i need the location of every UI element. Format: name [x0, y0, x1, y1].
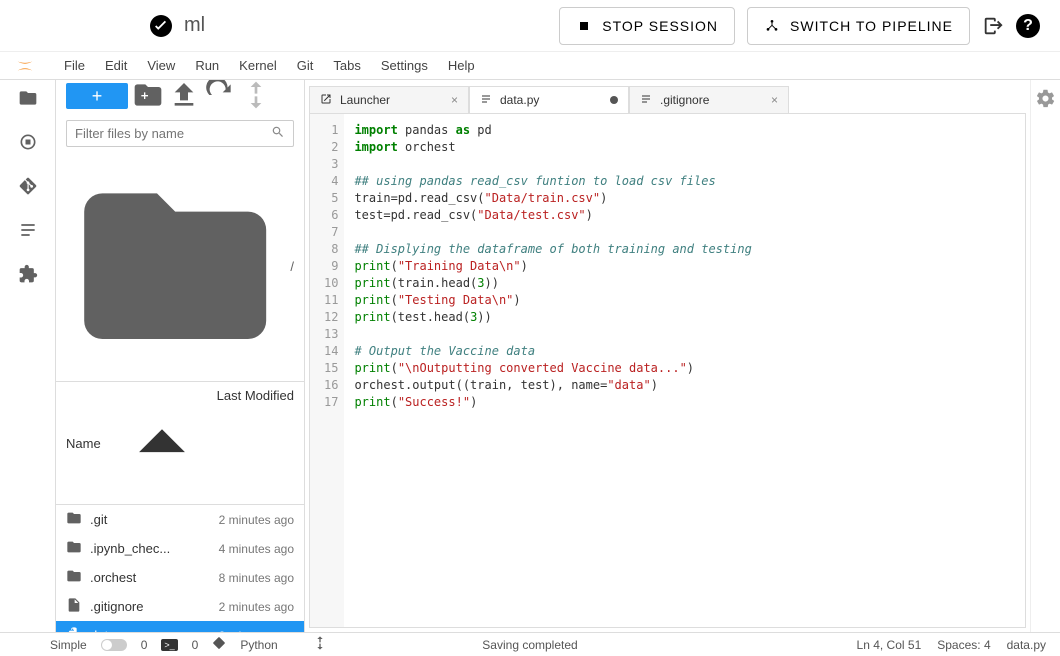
file-modified: 2 minutes ago: [219, 513, 294, 527]
close-icon[interactable]: ×: [451, 93, 458, 107]
file-row[interactable]: .gitignore2 minutes ago: [56, 592, 304, 621]
running-icon[interactable]: [18, 132, 38, 152]
simple-toggle[interactable]: [101, 639, 127, 651]
search-icon: [271, 125, 285, 142]
git-icon[interactable]: [18, 176, 38, 196]
switch-pipeline-label: SWITCH TO PIPELINE: [790, 18, 953, 34]
menu-git[interactable]: Git: [287, 54, 324, 77]
orchest-status-icon[interactable]: [312, 635, 328, 654]
folder-icon: [66, 510, 82, 529]
gutter: 1234567891011121314151617: [310, 114, 344, 627]
file-type[interactable]: data.py: [1007, 638, 1046, 652]
stop-session-button[interactable]: STOP SESSION: [559, 7, 735, 45]
simple-label: Simple: [50, 638, 87, 652]
tab-Launcher[interactable]: Launcher ×: [309, 86, 469, 113]
file-name: .orchest: [90, 570, 219, 585]
toc-icon[interactable]: [18, 220, 38, 240]
dirty-indicator-icon: [610, 96, 618, 104]
file-browser: + / Name Last Modified .git2 minutes ago…: [56, 80, 305, 632]
file-name: .gitignore: [90, 599, 219, 614]
close-icon[interactable]: ×: [771, 93, 778, 107]
file-name: .git: [90, 512, 219, 527]
stop-icon: [576, 18, 592, 34]
menu-view[interactable]: View: [137, 54, 185, 77]
menu-kernel[interactable]: Kernel: [229, 54, 287, 77]
menu-edit[interactable]: Edit: [95, 54, 137, 77]
folder-icon: [66, 568, 82, 587]
editor-tabs: Launcher × data.py .gitignore ×: [309, 86, 1026, 114]
git-status-icon[interactable]: [212, 636, 226, 653]
code-editor[interactable]: 1234567891011121314151617 import pandas …: [309, 114, 1026, 628]
tab-label: data.py: [500, 93, 539, 107]
menu-help[interactable]: Help: [438, 54, 485, 77]
filter-input[interactable]: [75, 126, 271, 141]
refresh-icon[interactable]: [204, 80, 236, 114]
property-inspector-icon[interactable]: [1035, 88, 1056, 109]
file-row[interactable]: data.py2 minutes ago: [56, 621, 304, 632]
tab-data-py[interactable]: data.py: [469, 86, 629, 113]
pipeline-icon: [764, 18, 780, 34]
statusbar: Simple 0 >_ 0 Python Saving completed Ln…: [0, 632, 1060, 656]
terminal-badge-icon: >_: [161, 639, 177, 651]
file-modified: 2 minutes ago: [219, 600, 294, 614]
file-list: .git2 minutes ago.ipynb_chec...4 minutes…: [56, 505, 304, 632]
cursor-position[interactable]: Ln 4, Col 51: [857, 638, 922, 652]
tab--gitignore[interactable]: .gitignore ×: [629, 86, 789, 113]
file-browser-toolbar: +: [56, 80, 304, 112]
menu-file[interactable]: File: [54, 54, 95, 77]
right-rail: [1030, 80, 1060, 632]
tab-icon: [480, 93, 492, 108]
status-check-icon: [150, 15, 172, 37]
jupyter-logo-icon: [14, 55, 36, 77]
kernel-label[interactable]: Python: [240, 638, 277, 652]
switch-pipeline-button[interactable]: SWITCH TO PIPELINE: [747, 7, 970, 45]
new-folder-icon[interactable]: [132, 80, 164, 114]
file-icon: [66, 597, 82, 616]
tab-label: Launcher: [340, 93, 390, 107]
status-count-2: 0: [192, 638, 199, 652]
col-name-label[interactable]: Name: [66, 436, 101, 451]
file-row[interactable]: .git2 minutes ago: [56, 505, 304, 534]
help-icon[interactable]: ?: [1016, 14, 1040, 38]
top-header: ml STOP SESSION SWITCH TO PIPELINE ?: [0, 0, 1060, 52]
logout-icon[interactable]: [982, 15, 1004, 37]
file-row[interactable]: .orchest8 minutes ago: [56, 563, 304, 592]
menu-settings[interactable]: Settings: [371, 54, 438, 77]
tab-icon: [320, 93, 332, 108]
menu-run[interactable]: Run: [185, 54, 229, 77]
tab-label: .gitignore: [660, 93, 709, 107]
sort-asc-icon: [107, 388, 217, 498]
folder-icon: [66, 539, 82, 558]
editor-area: Launcher × data.py .gitignore × 123456789101…: [305, 80, 1030, 632]
extensions-icon[interactable]: [18, 264, 38, 284]
page-title: ml: [184, 14, 205, 37]
menubar: FileEditViewRunKernelGitTabsSettingsHelp: [0, 52, 1060, 80]
main-area: + / Name Last Modified .git2 minutes ago…: [0, 80, 1060, 632]
file-modified: 4 minutes ago: [219, 542, 294, 556]
folder-icon[interactable]: [18, 88, 38, 108]
file-row[interactable]: .ipynb_chec...4 minutes ago: [56, 534, 304, 563]
breadcrumb[interactable]: /: [56, 151, 304, 381]
upload-icon[interactable]: [168, 80, 200, 114]
col-modified-label[interactable]: Last Modified: [217, 388, 294, 498]
file-list-header: Name Last Modified: [56, 381, 304, 505]
code-lines[interactable]: import pandas as pdimport orchest ## usi…: [344, 114, 761, 627]
status-count-1: 0: [141, 638, 148, 652]
activity-bar: [0, 80, 56, 632]
new-launcher-button[interactable]: +: [66, 83, 128, 109]
stop-session-label: STOP SESSION: [602, 18, 718, 34]
save-status: Saving completed: [482, 638, 577, 652]
breadcrumb-path: /: [290, 259, 294, 274]
indentation[interactable]: Spaces: 4: [937, 638, 990, 652]
file-modified: 8 minutes ago: [219, 571, 294, 585]
menu-tabs[interactable]: Tabs: [323, 54, 370, 77]
file-name: .ipynb_chec...: [90, 541, 219, 556]
filter-input-wrap[interactable]: [66, 120, 294, 147]
tab-icon: [640, 93, 652, 108]
git-pull-icon[interactable]: [240, 80, 272, 114]
